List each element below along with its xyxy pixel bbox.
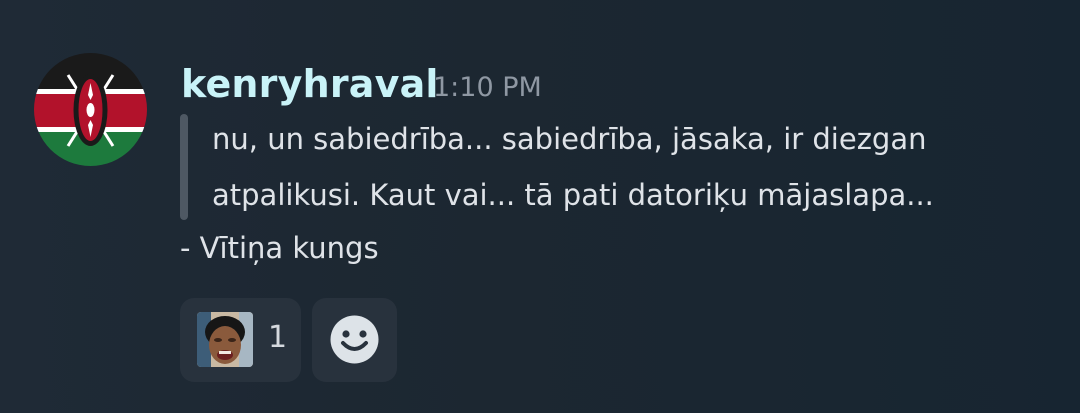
quote-bar: [180, 114, 188, 220]
reaction-count: 1: [268, 320, 288, 355]
username[interactable]: kenryhraval: [181, 62, 439, 106]
add-reaction-button[interactable]: [312, 298, 397, 382]
kenya-flag-icon: [34, 53, 147, 166]
message-timestamp: 1:10 PM: [433, 72, 542, 103]
quote-line: nu, un sabiedrība... sabiedrība, jāsaka,…: [212, 122, 927, 156]
message-attribution: - Vītiņa kungs: [180, 231, 379, 265]
crying-face-custom-emoji-icon: [197, 312, 253, 367]
smiley-add-reaction-icon: [330, 315, 379, 364]
reaction-button[interactable]: 1: [180, 298, 301, 382]
quote-line: atpalikusi. Kaut vai... tā pati datoriķu…: [212, 178, 934, 212]
avatar[interactable]: [34, 53, 147, 166]
